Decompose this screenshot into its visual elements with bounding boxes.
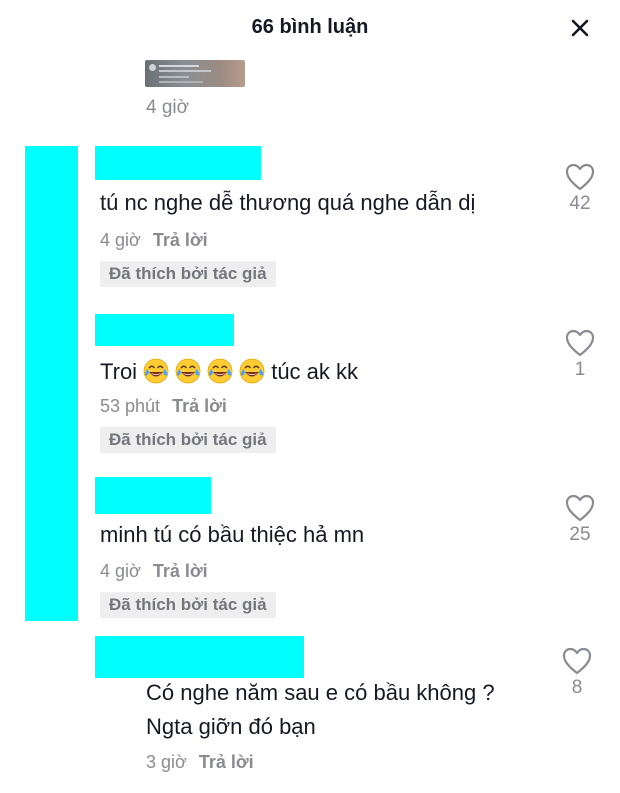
comment-count-title: 66 bình luận xyxy=(251,16,369,38)
like-button[interactable]: 42 xyxy=(550,163,610,215)
comment-text-prefix: Troi xyxy=(100,359,138,384)
redacted-username xyxy=(95,477,211,514)
heart-outline-icon xyxy=(565,163,595,191)
comment-meta: 4 giờ Trả lời xyxy=(100,561,208,582)
redacted-username xyxy=(95,314,234,346)
like-count: 42 xyxy=(569,193,591,214)
comment-image-thumbnail[interactable] xyxy=(145,60,245,87)
reply-button[interactable]: Trả lời xyxy=(153,230,208,250)
heart-outline-icon xyxy=(565,494,595,522)
face-with-tears-of-joy-icon xyxy=(143,358,169,384)
like-button[interactable]: 1 xyxy=(550,329,610,381)
like-count: 8 xyxy=(571,677,583,698)
reply-button[interactable]: Trả lời xyxy=(153,561,208,581)
redacted-username xyxy=(95,146,261,180)
liked-by-author-badge: Đã thích bởi tác giả xyxy=(100,261,276,287)
reply-button[interactable]: Trả lời xyxy=(172,396,227,416)
comment-text: Troi túc ak kk xyxy=(100,358,358,385)
like-button[interactable]: 25 xyxy=(550,494,610,546)
comment-text: tú nc nghe dễ thương quá nghe dẫn dị xyxy=(100,190,476,215)
comment-timestamp: 4 giờ xyxy=(100,230,141,250)
comment-text-line: Ngta giỡn đó bạn xyxy=(146,714,316,739)
comment-text-suffix: túc ak kk xyxy=(271,359,359,384)
redacted-avatar-block xyxy=(25,146,78,621)
comment-timestamp: 3 giờ xyxy=(146,752,187,772)
like-count: 1 xyxy=(574,359,586,380)
comment-text-line: Có nghe năm sau e có bầu không ? xyxy=(146,680,495,705)
redacted-username xyxy=(95,636,304,678)
emoji-group xyxy=(143,358,271,384)
reply-button[interactable]: Trả lời xyxy=(199,752,254,772)
comment-timestamp: 53 phút xyxy=(100,396,161,416)
heart-outline-icon xyxy=(562,647,592,675)
heart-outline-icon xyxy=(565,329,595,357)
comment-meta: 4 giờ Trả lời xyxy=(100,230,208,251)
comment-text: minh tú có bầu thiệc hả mn xyxy=(100,522,365,547)
comment-timestamp: 4 giờ xyxy=(100,561,141,581)
like-button[interactable]: 8 xyxy=(547,647,607,699)
face-with-tears-of-joy-icon xyxy=(175,358,201,384)
close-icon[interactable] xyxy=(568,16,592,40)
face-with-tears-of-joy-icon xyxy=(239,358,265,384)
liked-by-author-badge: Đã thích bởi tác giả xyxy=(100,427,276,453)
comment-timestamp: 4 giờ xyxy=(146,97,190,118)
comments-header: 66 bình luận xyxy=(0,0,620,56)
comment-meta: 3 giờ Trả lời xyxy=(146,752,254,773)
like-count: 25 xyxy=(569,524,591,545)
liked-by-author-badge: Đã thích bởi tác giả xyxy=(100,592,276,618)
comment-meta: 53 phút Trả lời xyxy=(100,396,227,417)
face-with-tears-of-joy-icon xyxy=(207,358,233,384)
